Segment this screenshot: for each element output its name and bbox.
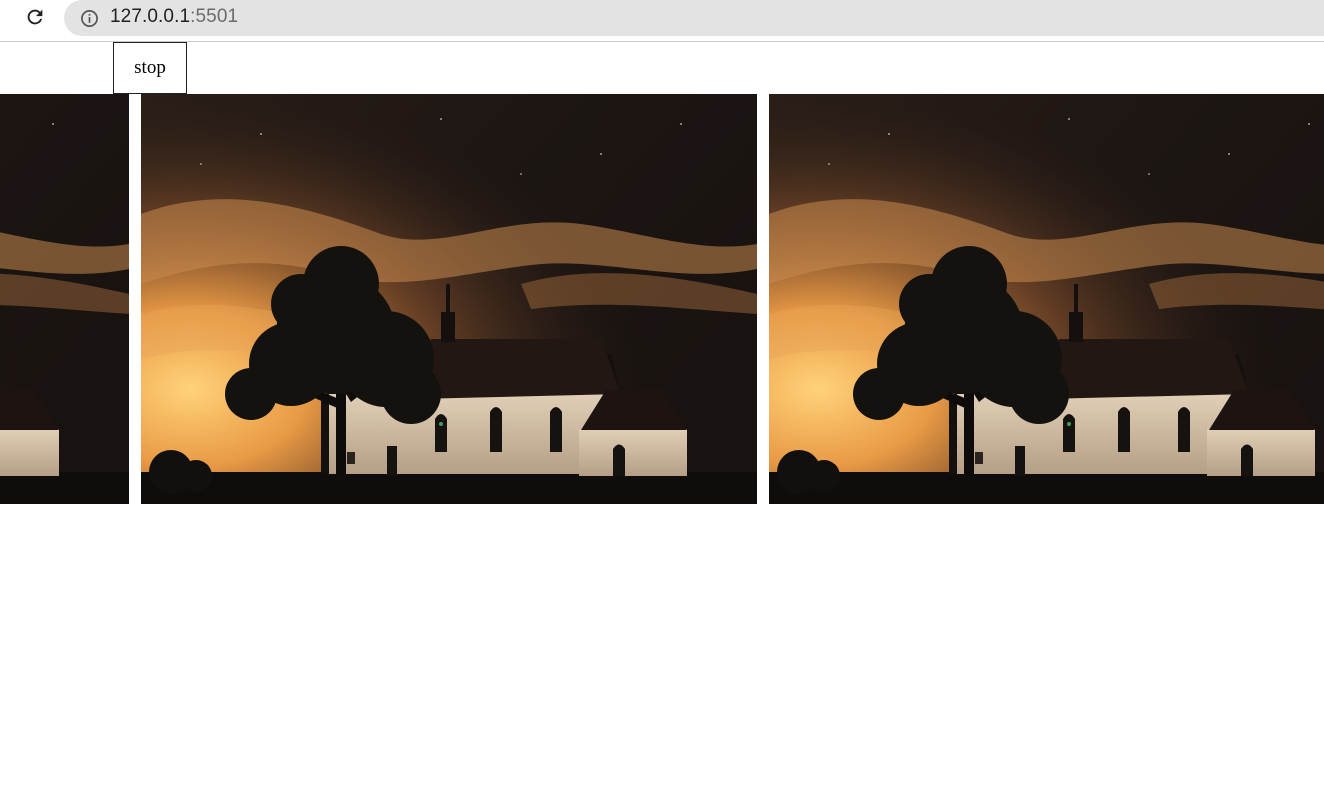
stop-button[interactable]: stop bbox=[113, 42, 187, 94]
church-at-night-photo bbox=[769, 94, 1324, 504]
church-at-night-photo bbox=[0, 94, 129, 504]
url-text: 127.0.0.1:5501 bbox=[110, 5, 238, 29]
carousel-slide bbox=[141, 94, 757, 504]
church-at-night-photo bbox=[141, 94, 757, 504]
browser-toolbar: 127.0.0.1:5501 bbox=[0, 0, 1324, 42]
image-carousel bbox=[0, 94, 1324, 504]
reload-icon[interactable] bbox=[22, 5, 48, 29]
carousel-slide bbox=[769, 94, 1324, 504]
url-host: 127.0.0.1 bbox=[110, 6, 191, 27]
url-port: :5501 bbox=[190, 6, 239, 27]
info-icon[interactable] bbox=[79, 8, 99, 28]
address-bar[interactable]: 127.0.0.1:5501 bbox=[64, 0, 1324, 36]
carousel-slide bbox=[0, 94, 129, 504]
